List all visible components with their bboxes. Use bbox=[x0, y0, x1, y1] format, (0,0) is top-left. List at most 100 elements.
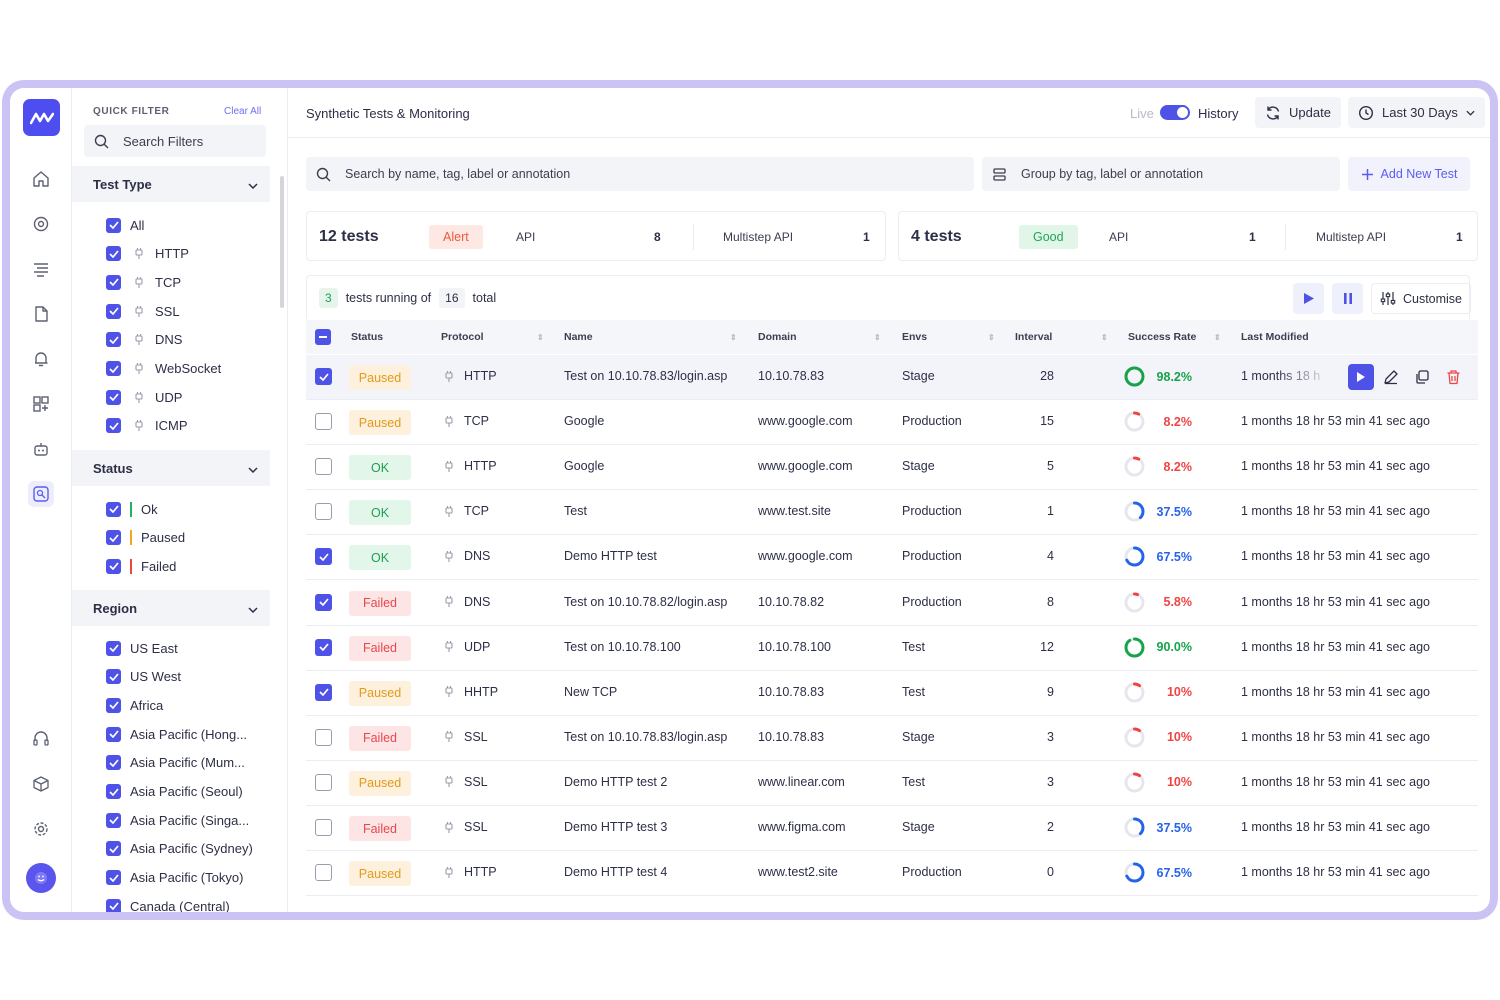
checkbox[interactable] bbox=[106, 755, 121, 771]
customise-button[interactable]: Customise bbox=[1371, 283, 1471, 314]
filter-item-type[interactable]: UDP bbox=[106, 387, 182, 407]
row-checkbox[interactable] bbox=[315, 548, 332, 566]
header-name[interactable]: Name ⇕ bbox=[564, 331, 737, 343]
checkbox[interactable] bbox=[106, 303, 121, 319]
table-row[interactable]: Paused HTTP Test on 10.10.78.83/login.asp 1… bbox=[306, 355, 1478, 400]
edit-test-button[interactable] bbox=[1378, 364, 1404, 390]
filter-item-region[interactable]: Africa bbox=[106, 695, 163, 715]
test-name[interactable]: Google bbox=[564, 459, 604, 473]
header-success-rate[interactable]: Success Rate ⇕ bbox=[1128, 331, 1221, 343]
duplicate-test-button[interactable] bbox=[1409, 364, 1435, 390]
filter-item-region[interactable]: Asia Pacific (Tokyo) bbox=[106, 868, 243, 888]
checkbox[interactable] bbox=[106, 418, 121, 434]
checkbox[interactable] bbox=[106, 558, 121, 574]
checkbox[interactable] bbox=[106, 389, 121, 405]
monitoring-icon[interactable] bbox=[28, 211, 54, 237]
run-all-button[interactable] bbox=[1293, 283, 1324, 314]
good-summary-card[interactable]: 4 tests Good API 1 Multistep API 1 bbox=[898, 211, 1478, 261]
section-region[interactable]: Region bbox=[72, 590, 270, 626]
filter-item-region[interactable]: US West bbox=[106, 667, 181, 687]
dashboards-icon[interactable] bbox=[28, 391, 54, 417]
run-test-button[interactable] bbox=[1348, 364, 1374, 390]
logs-icon[interactable] bbox=[28, 256, 54, 282]
date-range-select[interactable]: Last 30 Days bbox=[1348, 97, 1485, 128]
row-checkbox[interactable] bbox=[315, 864, 332, 882]
live-history-toggle[interactable] bbox=[1160, 105, 1190, 120]
filter-item-region[interactable]: Asia Pacific (Singa... bbox=[106, 810, 249, 830]
filter-item-type[interactable]: SSL bbox=[106, 301, 180, 321]
filter-item-type[interactable]: WebSocket bbox=[106, 359, 221, 379]
test-name[interactable]: Google bbox=[564, 414, 604, 428]
checkbox[interactable] bbox=[106, 332, 121, 348]
settings-icon[interactable] bbox=[28, 816, 54, 842]
checkbox[interactable] bbox=[106, 812, 121, 828]
filter-item-type[interactable]: DNS bbox=[106, 330, 182, 350]
row-checkbox[interactable] bbox=[315, 683, 332, 701]
test-name[interactable]: Test on 10.10.78.100 bbox=[564, 640, 681, 654]
header-domain[interactable]: Domain ⇕ bbox=[758, 331, 881, 343]
test-name[interactable]: Demo HTTP test 3 bbox=[564, 820, 667, 834]
test-name[interactable]: Test on 10.10.78.83/login.asp bbox=[564, 730, 727, 744]
table-row[interactable]: Failed SSL Test on 10.10.78.83/login.asp 10… bbox=[306, 716, 1478, 761]
row-checkbox[interactable] bbox=[315, 368, 332, 385]
filter-item-status[interactable]: Failed bbox=[106, 556, 176, 576]
delete-test-button[interactable] bbox=[1440, 364, 1466, 390]
filter-scrollbar[interactable] bbox=[280, 176, 284, 308]
checkbox[interactable] bbox=[106, 501, 121, 517]
alerts-icon[interactable] bbox=[28, 346, 54, 372]
table-row[interactable]: Paused TCP Google www.google.com Production 1… bbox=[306, 400, 1478, 446]
checkbox[interactable] bbox=[106, 640, 121, 656]
checkbox[interactable] bbox=[106, 246, 121, 262]
filter-item-type[interactable]: ICMP bbox=[106, 416, 188, 436]
filter-item-type[interactable]: HTTP bbox=[106, 244, 189, 264]
select-all-checkbox[interactable] bbox=[315, 329, 331, 345]
filter-item-region[interactable]: Asia Pacific (Mum... bbox=[106, 753, 245, 773]
checkbox[interactable] bbox=[106, 530, 121, 546]
table-row[interactable]: Paused HHTP New TCP 10.10.78.83 Test 9 10% 1 mo… bbox=[306, 671, 1478, 716]
table-row[interactable]: Failed SSL Demo HTTP test 3 www.figma.com St… bbox=[306, 806, 1478, 851]
section-status[interactable]: Status bbox=[72, 450, 270, 486]
bot-icon[interactable] bbox=[28, 436, 54, 462]
row-checkbox[interactable] bbox=[315, 819, 332, 836]
alert-summary-card[interactable]: 12 tests Alert API 8 Multistep API 1 bbox=[306, 211, 886, 261]
row-checkbox[interactable] bbox=[315, 728, 332, 746]
checkbox[interactable] bbox=[106, 870, 121, 886]
update-button[interactable]: Update bbox=[1255, 97, 1341, 128]
test-name[interactable]: Demo HTTP test 2 bbox=[564, 775, 667, 789]
search-filters-input[interactable]: Search Filters bbox=[84, 125, 266, 157]
table-row[interactable]: Paused SSL Demo HTTP test 2 www.linear.com T… bbox=[306, 761, 1478, 806]
header-envs[interactable]: Envs ⇕ bbox=[902, 331, 995, 343]
logo-icon[interactable] bbox=[23, 99, 60, 136]
section-test-type[interactable]: Test Type bbox=[72, 166, 270, 202]
synthetic-tests-icon[interactable] bbox=[28, 481, 54, 507]
table-row[interactable]: Failed UDP Test on 10.10.78.100 10.10.78.10… bbox=[306, 626, 1478, 671]
header-protocol[interactable]: Protocol ⇕ bbox=[441, 331, 544, 343]
test-search-input[interactable]: Search by name, tag, label or annotation bbox=[306, 157, 974, 191]
table-row[interactable]: OK TCP Test www.test.site Production 1 37.5% 1 … bbox=[306, 490, 1478, 536]
filter-item-region[interactable]: Asia Pacific (Hong... bbox=[106, 724, 247, 744]
test-name[interactable]: Test on 10.10.78.82/login.asp bbox=[564, 595, 727, 609]
table-row[interactable]: Paused HTTP Demo HTTP test 4 www.test2.site… bbox=[306, 851, 1478, 897]
filter-item-region[interactable]: Asia Pacific (Sydney) bbox=[106, 839, 253, 859]
row-checkbox[interactable] bbox=[315, 503, 332, 521]
header-interval[interactable]: Interval ⇕ bbox=[1015, 331, 1108, 343]
checkbox[interactable] bbox=[106, 669, 121, 685]
package-icon[interactable] bbox=[28, 771, 54, 797]
user-avatar[interactable] bbox=[26, 863, 56, 893]
home-icon[interactable] bbox=[28, 166, 54, 192]
checkbox[interactable] bbox=[106, 697, 121, 713]
clear-all-link[interactable]: Clear All bbox=[224, 106, 261, 117]
row-checkbox[interactable] bbox=[315, 458, 332, 476]
checkbox[interactable] bbox=[106, 726, 121, 742]
filter-item-status[interactable]: Ok bbox=[106, 499, 158, 519]
table-row[interactable]: Failed DNS Test on 10.10.78.82/login.asp 10… bbox=[306, 581, 1478, 626]
filter-item-type[interactable]: All bbox=[106, 215, 144, 235]
checkbox[interactable] bbox=[106, 274, 121, 290]
test-name[interactable]: Demo HTTP test bbox=[564, 549, 657, 563]
test-name[interactable]: Test on 10.10.78.83/login.asp bbox=[564, 369, 727, 383]
checkbox[interactable] bbox=[106, 898, 121, 912]
filter-item-region[interactable]: US East bbox=[106, 638, 178, 658]
filter-item-type[interactable]: TCP bbox=[106, 272, 181, 292]
add-new-test-button[interactable]: Add New Test bbox=[1348, 157, 1470, 191]
filter-item-status[interactable]: Paused bbox=[106, 528, 185, 548]
